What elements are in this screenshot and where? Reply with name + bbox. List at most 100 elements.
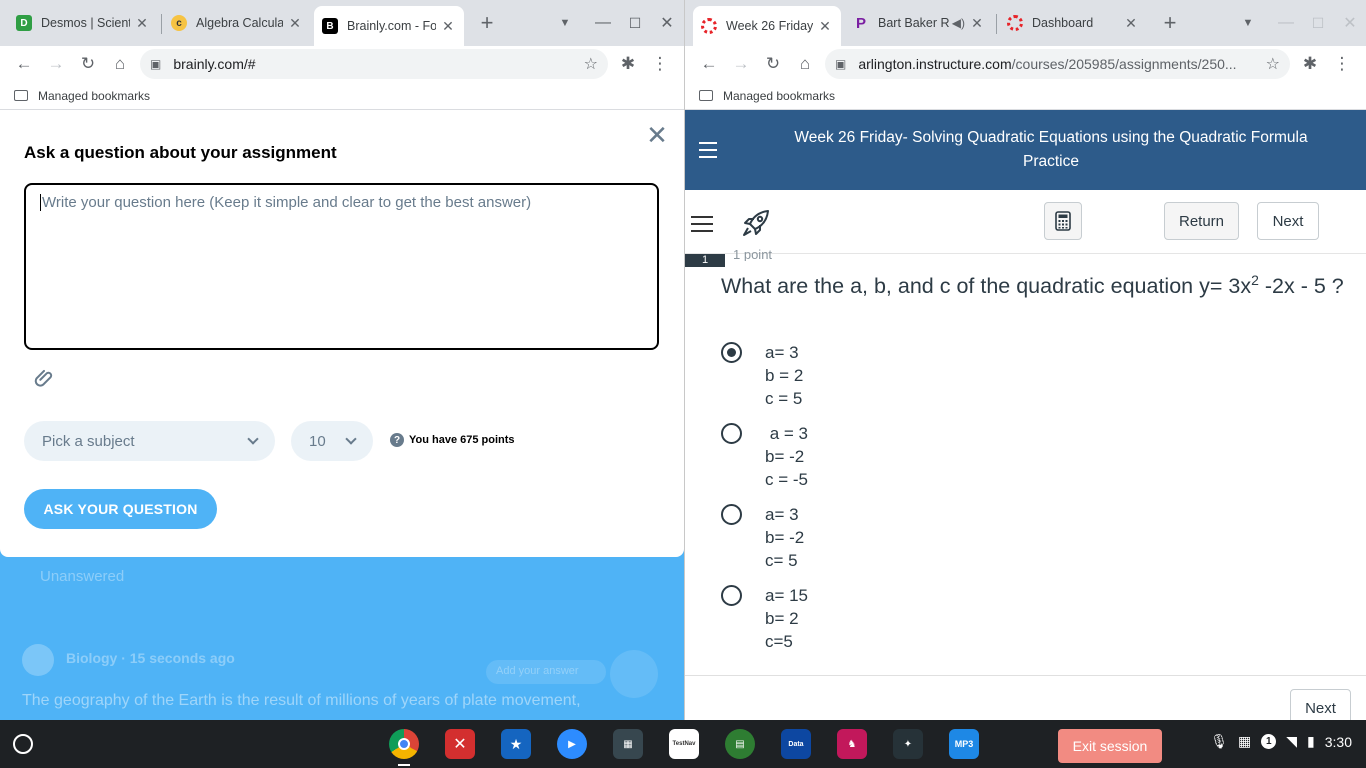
maximize-button[interactable]: ☐ [1307,12,1329,34]
status-tray[interactable]: 🎙 ▦ 1 ◥ ▮ 3:30 [1210,733,1352,750]
page-title: Week 26 Friday- Solving Quadratic Equati… [794,129,1308,170]
radio-unselected[interactable] [721,423,742,444]
radio-unselected[interactable] [721,504,742,525]
browser-toolbar: ← → ↻ ⌂ ▣ arlington.instructure.com/cour… [685,46,1366,82]
forward-icon[interactable]: → [40,48,72,80]
question-textarea[interactable]: Write your question here (Keep it simple… [24,183,659,350]
browser-window-left: D Desmos | Scient ✕ c Algebra Calculat ✕… [0,0,684,720]
zoom-icon[interactable]: ▶ [557,729,587,759]
tab-brainly[interactable]: B Brainly.com - Fo ✕ [314,6,464,46]
points-info: ? You have 675 points [390,433,515,447]
close-tab-icon[interactable]: ✕ [440,18,456,35]
subject-select[interactable]: Pick a subject [24,421,275,461]
close-tab-icon[interactable]: ✕ [1123,15,1139,32]
minimize-button[interactable]: — [1275,12,1297,34]
pearson-testnav-icon[interactable]: TestNav [669,729,699,759]
radio-unselected[interactable] [721,585,742,606]
app-dark-icon[interactable]: ✦ [893,729,923,759]
menu-kebab-icon[interactable]: ⋮ [1326,48,1358,80]
wifi-icon: ◥ [1286,733,1298,749]
reload-icon[interactable]: ↻ [757,48,789,80]
minimize-button[interactable]: — [592,12,614,34]
back-icon[interactable]: ← [693,48,725,80]
hamburger-menu-icon[interactable] [699,142,717,163]
close-window-button[interactable]: ✕ [1339,12,1361,34]
managed-bookmarks[interactable]: Managed bookmarks [38,89,150,103]
back-icon[interactable]: ← [8,48,40,80]
home-icon[interactable]: ⌂ [789,48,821,80]
desmos-icon: D [16,15,32,31]
address-bar[interactable]: ▣ brainly.com/# ☆ [140,49,608,79]
help-icon[interactable]: ? [390,433,404,447]
mp3-delivery-icon[interactable]: MP3 [949,729,979,759]
ask-question-modal: Ask a question about your assignment ✕ W… [0,110,684,557]
tab-search-button[interactable]: ▼ [1237,12,1259,34]
extensions-icon[interactable]: ✱ [612,48,644,80]
page-info-icon[interactable]: ▣ [835,57,846,71]
tab-pandora[interactable]: P Bart Baker R ◀) ✕ [845,6,993,40]
exit-session-button[interactable]: Exit session [1058,729,1162,763]
app-pink-icon[interactable]: ♞ [837,729,867,759]
maximize-button[interactable]: ☐ [624,12,646,34]
tab-algebra-calculator[interactable]: c Algebra Calculat ✕ [163,6,311,40]
close-tab-icon[interactable]: ✕ [817,18,833,35]
question-number: 1 [685,254,725,267]
new-tab-button[interactable]: + [476,10,498,35]
answer-option-2[interactable]: a = 3 b= -2 c = -5 [721,422,808,491]
menu-kebab-icon[interactable]: ⋮ [644,48,676,80]
question-nav-icon[interactable] [691,216,713,237]
canvas-header: Week 26 Friday- Solving Quadratic Equati… [685,110,1366,190]
tab-desmos[interactable]: D Desmos | Scient ✕ [8,6,158,40]
chevron-down-icon [345,433,357,445]
new-tab-button[interactable]: + [1159,10,1181,35]
footer-next-button[interactable]: Next [1290,689,1351,720]
ask-question-button[interactable]: ASK YOUR QUESTION [24,489,217,529]
bookmark-star-icon[interactable]: ☆ [584,54,598,74]
close-icon[interactable]: ✕ [644,122,670,148]
close-window-button[interactable]: ✕ [656,12,678,34]
app-red-x-icon[interactable]: ✕ [445,729,475,759]
data-manager-icon[interactable]: Data [781,729,811,759]
pandora-icon: P [855,14,866,32]
answer-option-4[interactable]: a= 15 b= 2 c=5 [721,584,808,653]
launcher-icon[interactable] [13,734,33,754]
filter-select: Unanswered [40,568,125,585]
calculator-button[interactable] [1044,202,1082,240]
extensions-icon[interactable]: ✱ [1294,48,1326,80]
app-green-icon[interactable]: ▤ [725,729,755,759]
browser-window-right: Week 26 Friday- ✕ P Bart Baker R ◀) ✕ Da… [684,0,1366,720]
canvas-icon [1007,15,1023,31]
chrome-icon[interactable] [389,729,419,759]
add-answer-button: Add your answer [486,660,606,684]
rocket-icon[interactable] [741,208,771,238]
texas-flag-icon[interactable]: ★ [501,729,531,759]
clock[interactable]: 3:30 [1325,734,1352,750]
close-tab-icon[interactable]: ✕ [287,15,303,32]
battery-icon: ▮ [1307,733,1315,749]
radio-selected[interactable] [721,342,742,363]
managed-bookmarks[interactable]: Managed bookmarks [723,89,835,103]
microphone-icon[interactable]: 🎙 [1210,733,1228,750]
next-button[interactable]: Next [1257,202,1319,240]
tab-canvas-quiz[interactable]: Week 26 Friday- ✕ [693,6,841,46]
points-select[interactable]: 10 [291,421,373,461]
answer-option-1[interactable]: a= 3 b = 2 c = 5 [721,341,803,410]
tab-strip: D Desmos | Scient ✕ c Algebra Calculat ✕… [0,0,684,46]
close-tab-icon[interactable]: ✕ [134,15,150,32]
question-placeholder: Write your question here (Keep it simple… [40,194,532,211]
forward-icon[interactable]: → [725,48,757,80]
tab-search-button[interactable]: ▼ [554,12,576,34]
answer-option-3[interactable]: a= 3 b= -2 c= 5 [721,503,804,572]
tab-dashboard[interactable]: Dashboard ✕ [999,6,1147,40]
notification-badge[interactable]: 1 [1261,734,1277,749]
audio-playing-icon[interactable]: ◀) [952,16,965,30]
address-bar[interactable]: ▣ arlington.instructure.com/courses/2059… [825,49,1290,79]
close-tab-icon[interactable]: ✕ [969,15,985,32]
bookmark-star-icon[interactable]: ☆ [1266,54,1280,74]
app-folder-icon[interactable]: ▦ [613,729,643,759]
home-icon[interactable]: ⌂ [104,48,136,80]
return-button[interactable]: Return [1164,202,1239,240]
page-info-icon[interactable]: ▣ [150,57,161,71]
reload-icon[interactable]: ↻ [72,48,104,80]
attachment-icon[interactable] [33,366,55,388]
